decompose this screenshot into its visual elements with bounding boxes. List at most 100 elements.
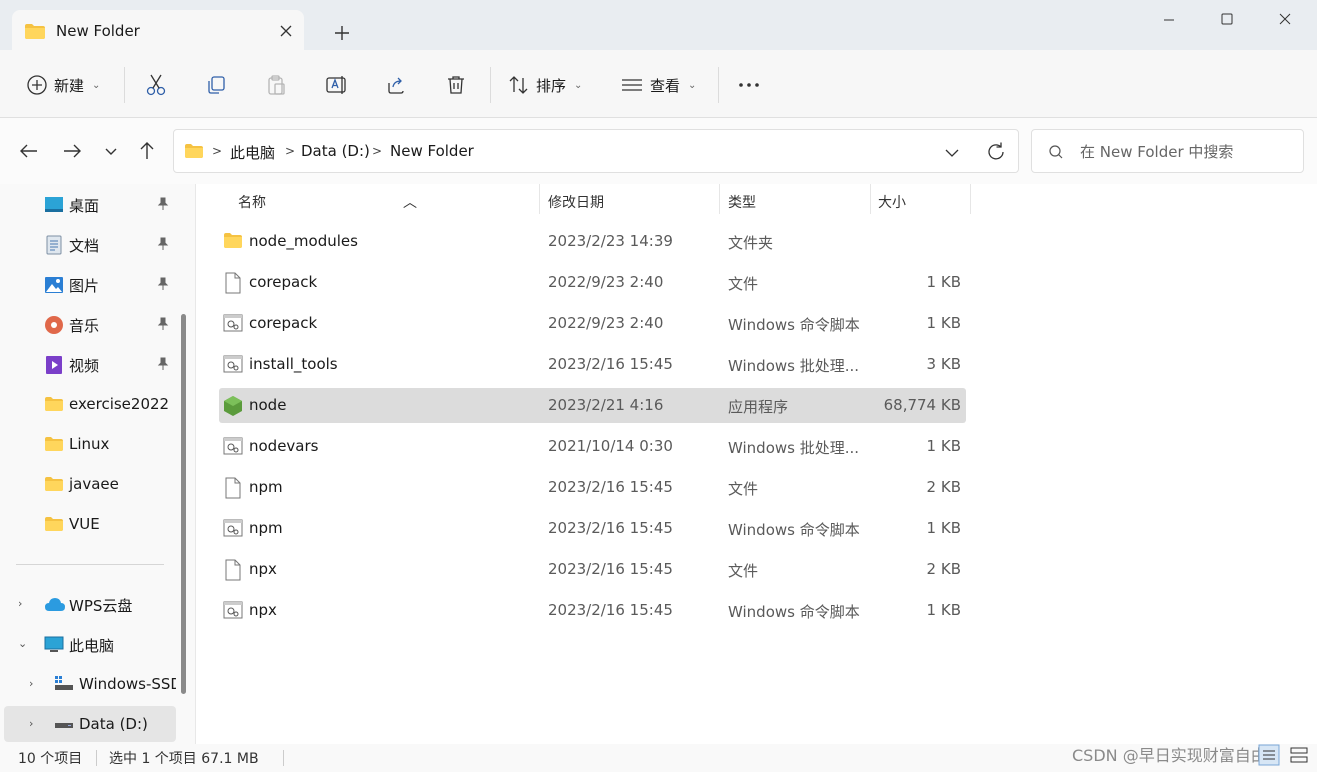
documents-icon (44, 235, 64, 255)
expand-chevron-icon[interactable]: › (29, 677, 33, 690)
file-row[interactable]: npm 2023/2/16 15:45 文件 2 KB (219, 470, 966, 505)
plus-icon[interactable] (330, 21, 354, 45)
view-button[interactable]: 查看 ⌄ (620, 70, 696, 100)
column-header-date[interactable]: 修改日期 (540, 184, 719, 218)
cut-button[interactable] (145, 70, 167, 100)
collapse-chevron-icon[interactable]: ⌄ (18, 637, 27, 650)
file-type: 文件 (728, 275, 759, 293)
nav-item-exercise2022[interactable]: exercise2022 (4, 386, 176, 422)
nav-item-data-drive[interactable]: › Data (D:) (4, 706, 176, 742)
share-button[interactable] (385, 70, 407, 100)
pin-icon[interactable] (156, 197, 170, 215)
file-type: Windows 命令脚本 (728, 521, 860, 539)
file-date: 2023/2/16 15:45 (548, 519, 673, 537)
column-header-label: 修改日期 (548, 195, 604, 211)
expand-chevron-icon[interactable]: › (18, 597, 22, 610)
pin-icon[interactable] (156, 277, 170, 295)
breadcrumb-data-drive[interactable]: Data (D:) (301, 142, 370, 160)
folder-icon (223, 231, 243, 253)
maximize-icon[interactable] (1204, 6, 1250, 34)
tiles-view-icon[interactable] (1288, 744, 1310, 766)
file-row[interactable]: npx 2023/2/16 15:45 文件 2 KB (219, 552, 966, 587)
file-row[interactable]: corepack 2022/9/23 2:40 Windows 命令脚本 1 K… (219, 306, 966, 341)
tab-title: New Folder (56, 22, 140, 40)
new-button[interactable]: 新建 ⌄ (26, 70, 100, 100)
file-size: 2 KB (926, 478, 961, 496)
file-name: corepack (249, 273, 318, 291)
address-bar[interactable]: > 此电脑 > Data (D:) > New Folder (173, 129, 1019, 173)
script-icon (223, 354, 243, 376)
column-header-label: 类型 (728, 195, 756, 211)
column-header-type[interactable]: 类型 (720, 184, 870, 218)
close-tab-icon[interactable] (275, 20, 297, 42)
file-type: 文件 (728, 480, 759, 498)
delete-button[interactable] (445, 70, 467, 100)
nav-item-wps-cloud[interactable]: › WPS云盘 (4, 586, 176, 622)
drive-icon (54, 675, 74, 695)
search-input[interactable] (1080, 140, 1290, 164)
nav-item-javaee[interactable]: javaee (4, 466, 176, 502)
divider (283, 750, 284, 766)
file-size: 1 KB (926, 519, 961, 537)
refresh-icon[interactable] (984, 140, 1008, 164)
nav-item-desktop[interactable]: 桌面 (4, 186, 176, 222)
rename-button[interactable] (325, 70, 349, 100)
sort-button[interactable]: 排序 ⌄ (508, 70, 582, 100)
script-icon (223, 313, 243, 335)
chevron-down-icon: ⌄ (688, 79, 697, 91)
file-row[interactable]: corepack 2022/9/23 2:40 文件 1 KB (219, 265, 966, 300)
nav-item-linux[interactable]: Linux (4, 426, 176, 462)
copy-icon (205, 74, 227, 96)
file-type: 应用程序 (728, 398, 789, 416)
back-arrow-icon[interactable] (16, 138, 42, 164)
forward-arrow-icon[interactable] (59, 138, 85, 164)
copy-button[interactable] (205, 70, 227, 100)
file-row[interactable]: nodevars 2021/10/14 0:30 Windows 批处理... … (219, 429, 966, 464)
pin-icon[interactable] (156, 357, 170, 375)
nav-item-music[interactable]: 音乐 (4, 306, 176, 342)
recent-chevron-down-icon[interactable] (98, 138, 124, 164)
nav-item-documents[interactable]: 文档 (4, 226, 176, 262)
breadcrumb-this-pc[interactable]: 此电脑 (230, 142, 275, 163)
file-name: install_tools (249, 355, 338, 373)
details-view-icon[interactable] (1258, 744, 1280, 766)
minimize-icon[interactable] (1146, 6, 1192, 34)
pin-icon[interactable] (156, 237, 170, 255)
paste-button[interactable] (265, 70, 287, 100)
chevron-down-icon[interactable] (942, 142, 962, 162)
column-divider[interactable] (970, 184, 971, 214)
file-type: Windows 批处理... (728, 439, 860, 457)
pin-icon[interactable] (156, 317, 170, 335)
nav-item-label: 音乐 (69, 317, 100, 335)
search-box[interactable] (1031, 129, 1304, 173)
nav-scrollbar[interactable] (181, 314, 186, 694)
file-row[interactable]: install_tools 2023/2/16 15:45 Windows 批处… (219, 347, 966, 382)
expand-chevron-icon[interactable]: › (29, 717, 33, 730)
nav-item-windows-ssd[interactable]: › Windows-SSD (4, 666, 176, 702)
folder-icon (44, 395, 64, 415)
file-name: corepack (249, 314, 318, 332)
file-size: 68,774 KB (883, 396, 961, 414)
file-row[interactable]: npm 2023/2/16 15:45 Windows 命令脚本 1 KB (219, 511, 966, 546)
nav-item-this-pc[interactable]: ⌄ 此电脑 (4, 626, 176, 662)
tab-new-folder[interactable]: New Folder (12, 10, 304, 51)
cloud-icon (44, 595, 65, 615)
breadcrumb-new-folder[interactable]: New Folder (390, 142, 474, 160)
column-header-label: 名称 (238, 195, 266, 211)
file-icon (223, 477, 243, 499)
more-button[interactable] (737, 70, 761, 100)
file-row[interactable]: node_modules 2023/2/23 14:39 文件夹 (219, 224, 966, 259)
up-arrow-icon[interactable] (134, 138, 160, 164)
nav-item-label: WPS云盘 (69, 597, 133, 615)
nav-item-videos[interactable]: 视频 (4, 346, 176, 382)
nav-item-pictures[interactable]: 图片 (4, 266, 176, 302)
file-type: 文件夹 (728, 234, 774, 252)
close-icon[interactable] (1262, 6, 1308, 34)
column-header-size[interactable]: 大小 (871, 184, 970, 218)
file-row-selected[interactable]: node 2023/2/21 4:16 应用程序 68,774 KB (219, 388, 966, 423)
divider (490, 67, 491, 103)
desktop-icon (44, 195, 64, 215)
column-header-name[interactable]: 名称 ︿ (219, 184, 539, 218)
nav-item-vue[interactable]: VUE (4, 506, 176, 542)
file-row[interactable]: npx 2023/2/16 15:45 Windows 命令脚本 1 KB (219, 593, 966, 628)
